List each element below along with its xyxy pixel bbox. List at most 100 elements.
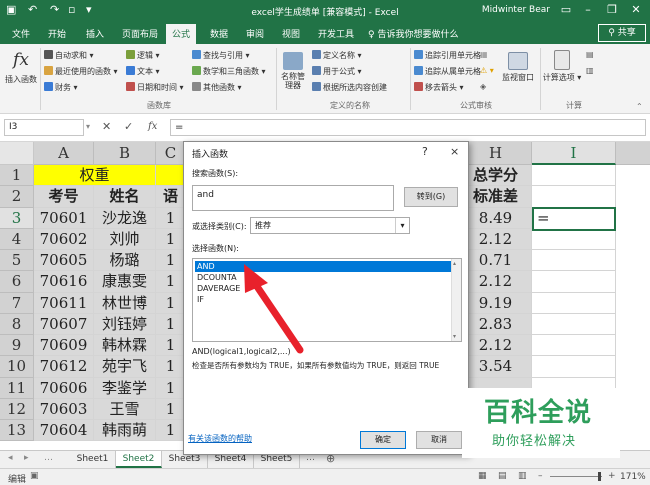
row-header-8[interactable]: 8 (0, 313, 34, 335)
active-cell-i3[interactable]: = (532, 207, 616, 231)
ribbon-display-icon[interactable]: ▭ (556, 3, 576, 16)
zoom-level[interactable]: 171% (620, 472, 646, 482)
more-sheets-icon[interactable]: … (44, 453, 53, 463)
cell-id[interactable]: 70609 (34, 335, 94, 357)
cell-score[interactable]: 1 (156, 292, 186, 314)
page-break-view-icon[interactable]: ▥ (518, 471, 527, 481)
cell-score[interactable]: 1 (156, 313, 186, 335)
cell-name[interactable]: 杨璐 (94, 250, 156, 272)
evaluate-formula-icon[interactable]: ◈ (480, 82, 486, 91)
trace-precedents-button[interactable]: 追踪引用单元格 (414, 50, 481, 61)
user-name[interactable]: Midwinter Bear (482, 5, 550, 15)
row-header-3[interactable]: 3 (0, 207, 34, 229)
cell-score[interactable]: 1 (156, 398, 186, 420)
tab-page-layout[interactable]: 页面布局 (122, 27, 158, 40)
calculate-now-icon[interactable]: ▤ (586, 50, 594, 59)
row-header-13[interactable]: 13 (0, 420, 34, 442)
name-manager-button[interactable]: 名称管理器 (278, 52, 308, 90)
cancel-entry-icon[interactable]: ✕ (102, 120, 111, 133)
cell-score[interactable]: 1 (156, 250, 186, 272)
row-header-5[interactable]: 5 (0, 250, 34, 272)
logical-button[interactable]: 逻辑 ▾ (126, 50, 160, 61)
row-header-6[interactable]: 6 (0, 271, 34, 293)
name-box[interactable]: I3 (4, 119, 84, 136)
cell-std[interactable]: 3.54 (460, 356, 532, 378)
cell-std[interactable]: 2.12 (460, 228, 532, 250)
cell-id[interactable]: 70604 (34, 420, 94, 442)
row-header-12[interactable]: 12 (0, 398, 34, 420)
function-item-dcounta[interactable]: DCOUNTA (195, 272, 237, 283)
row-header-9[interactable]: 9 (0, 335, 34, 357)
zoom-in-icon[interactable]: + (608, 471, 616, 481)
function-list-scrollbar[interactable]: ▴ ▾ (451, 259, 461, 341)
share-button[interactable]: ⚲ 共享 (598, 24, 646, 42)
show-formulas-icon[interactable]: ▦ (480, 50, 488, 59)
cell-i[interactable] (532, 335, 616, 357)
cell-h2[interactable]: 标准差 (460, 186, 532, 208)
calculate-sheet-icon[interactable]: ▥ (586, 66, 594, 75)
cell-name[interactable]: 康惠雯 (94, 271, 156, 293)
select-all-corner[interactable] (0, 142, 34, 165)
row-header-7[interactable]: 7 (0, 292, 34, 314)
row-header-10[interactable]: 10 (0, 356, 34, 378)
goto-button[interactable]: 转到(G) (404, 187, 458, 207)
cell-std[interactable]: 2.12 (460, 335, 532, 357)
cell-id[interactable]: 70601 (34, 207, 94, 229)
remove-arrows-button[interactable]: 移去箭头 ▾ (414, 82, 464, 93)
tab-home[interactable]: 开始 (48, 27, 66, 40)
cell-name[interactable]: 李鉴学 (94, 377, 156, 399)
collapse-ribbon-icon[interactable]: ⌃ (636, 102, 643, 111)
category-select[interactable]: 推荐 ▾ (250, 217, 410, 234)
cell-name[interactable]: 韩雨萌 (94, 420, 156, 442)
sheet-tab-sheet2[interactable]: Sheet2 (116, 451, 162, 468)
cell-b2-header[interactable]: 姓名 (94, 186, 156, 208)
function-item-daverage[interactable]: DAVERAGE (195, 283, 240, 294)
tab-file[interactable]: 文件 (12, 27, 30, 40)
cell-c2-header[interactable]: 语 (156, 186, 186, 208)
zoom-slider[interactable] (550, 476, 602, 477)
scroll-down-icon[interactable]: ▾ (453, 333, 456, 340)
cell-std[interactable]: 2.12 (460, 271, 532, 293)
cell-score[interactable]: 1 (156, 271, 186, 293)
cell-a2-header[interactable]: 考号 (34, 186, 94, 208)
watch-window-button[interactable]: 监视窗口 (500, 52, 536, 83)
function-item-if[interactable]: IF (195, 294, 204, 305)
cell-id[interactable]: 70616 (34, 271, 94, 293)
function-list[interactable]: AND DCOUNTA DAVERAGE IF ▴ ▾ (192, 258, 462, 342)
tab-insert[interactable]: 插入 (86, 27, 104, 40)
column-header-c[interactable]: C (156, 142, 186, 165)
cell-i[interactable] (532, 271, 616, 293)
cell-id[interactable]: 70607 (34, 313, 94, 335)
tab-developer[interactable]: 开发工具 (318, 27, 354, 40)
more-functions-button[interactable]: 其他函数 ▾ (192, 82, 242, 93)
tab-data[interactable]: 数据 (210, 27, 228, 40)
row-header-2[interactable]: 2 (0, 186, 34, 208)
row-header-11[interactable]: 11 (0, 377, 34, 399)
cell-score[interactable]: 1 (156, 377, 186, 399)
error-checking-icon[interactable]: ⚠ ▾ (480, 66, 494, 75)
cell-id[interactable]: 70611 (34, 292, 94, 314)
financial-button[interactable]: 财务 ▾ (44, 82, 78, 93)
math-trig-button[interactable]: 数学和三角函数 ▾ (192, 66, 266, 77)
search-function-input[interactable]: and (192, 185, 394, 211)
macro-record-icon[interactable]: ▣ (30, 471, 39, 481)
cell-id[interactable]: 70602 (34, 228, 94, 250)
cell-i[interactable] (532, 356, 616, 378)
cancel-button[interactable]: 取消 (416, 431, 462, 449)
cell-id[interactable]: 70606 (34, 377, 94, 399)
cell-score[interactable]: 1 (156, 228, 186, 250)
date-time-button[interactable]: 日期和时间 ▾ (126, 82, 184, 93)
cell-i[interactable] (532, 250, 616, 272)
insert-function-icon[interactable]: fx (148, 121, 157, 132)
sheet-tab-sheet1[interactable]: Sheet1 (70, 451, 116, 468)
enter-icon[interactable]: ✓ (124, 120, 133, 133)
tab-view[interactable]: 视图 (282, 27, 300, 40)
cell-score[interactable]: 1 (156, 420, 186, 442)
column-header-i[interactable]: I (532, 142, 616, 165)
cell-i1[interactable] (532, 165, 616, 187)
ok-button[interactable]: 确定 (360, 431, 406, 449)
zoom-slider-thumb[interactable] (598, 472, 601, 481)
calculation-options-button[interactable]: 计算选项 ▾ (542, 50, 582, 83)
cell-a1-weight[interactable]: 权重 (34, 165, 156, 187)
autosum-button[interactable]: 自动求和 ▾ (44, 50, 94, 61)
